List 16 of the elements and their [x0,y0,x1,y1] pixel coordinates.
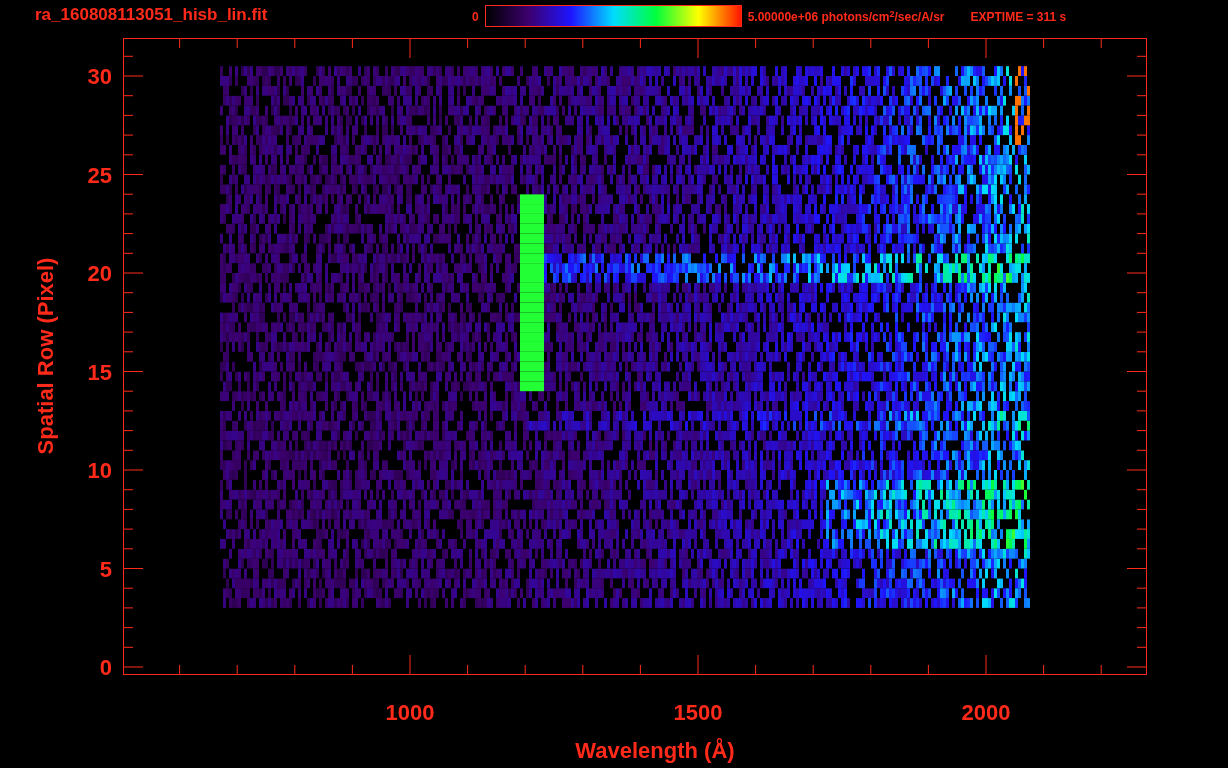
y-tick-label: 0 [99,655,112,680]
exposure-time-label: EXPTIME = 311 s [970,9,1067,25]
y-axis-title: Spatial Row (Pixel) [33,257,58,455]
x-tick-label: 1500 [673,700,723,725]
colorbar-min-label: 0 [472,9,479,25]
y-tick-label: 15 [87,359,112,385]
y-tick-label: 10 [87,458,112,483]
x-tick-label: 1000 [385,700,435,725]
file-title: ra_160808113051_hisb_lin.fit [35,5,269,25]
colorbar-max-label: 5.00000e+06 photons/cm$^{2}$/sec/A/sr [747,9,945,25]
y-tick-label: 5 [99,556,112,582]
y-tick-label: 30 [87,64,112,89]
y-tick-label: 25 [87,162,112,188]
x-tick-label: 2000 [961,700,1011,725]
y-tick-label: 20 [87,261,112,286]
x-axis-title: Wavelength (Å) [575,738,735,763]
